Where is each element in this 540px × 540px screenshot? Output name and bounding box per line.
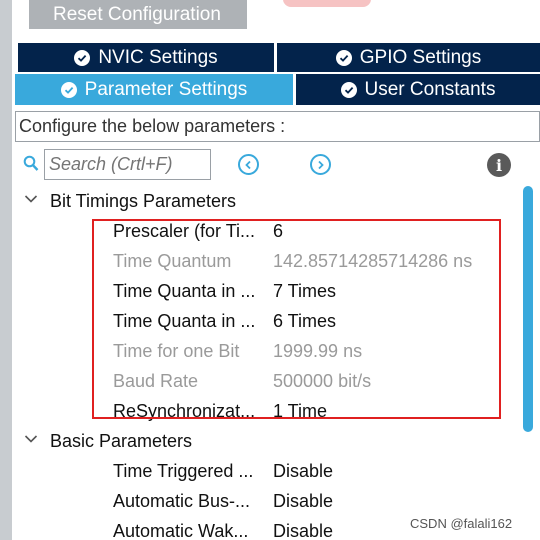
param-value: 6 — [273, 221, 284, 241]
param-name: Prescaler (for Ti... — [113, 221, 256, 241]
param-row[interactable]: Time Quanta in ... 6 Times — [0, 306, 515, 336]
reset-configuration-button[interactable]: Reset Configuration — [29, 0, 247, 29]
previous-match-button[interactable] — [238, 154, 259, 175]
tab-label: NVIC Settings — [98, 46, 218, 68]
next-match-button[interactable] — [310, 154, 331, 175]
param-name: Time Quanta in ... — [113, 311, 256, 331]
param-value: 6 Times — [273, 311, 337, 331]
watermark: CSDN @falali162 — [410, 516, 513, 531]
param-name: Time Triggered ... — [113, 461, 254, 481]
param-value: Disable — [273, 461, 334, 481]
tab-parameter-settings[interactable]: Parameter Settings — [15, 74, 293, 105]
param-value: Disable — [273, 521, 334, 540]
param-name: Time for one Bit — [113, 341, 240, 361]
param-name: Baud Rate — [113, 371, 199, 391]
param-row[interactable]: Automatic Bus-... Disable — [0, 486, 515, 516]
param-value: Disable — [273, 491, 334, 511]
tab-gpio-settings[interactable]: GPIO Settings — [277, 43, 540, 72]
chevron-down-icon — [24, 435, 38, 443]
section-title: Basic Parameters — [50, 430, 193, 451]
parameter-tree: Bit Timings Parameters Prescaler (for Ti… — [0, 186, 515, 540]
chevron-down-icon — [24, 195, 38, 203]
tab-label: User Constants — [364, 78, 496, 100]
tab-nvic-settings[interactable]: NVIC Settings — [18, 43, 274, 72]
param-row[interactable]: Time Quanta in ... 7 Times — [0, 276, 515, 306]
tab-label: GPIO Settings — [359, 46, 482, 68]
chevron-left-icon — [245, 160, 251, 169]
param-name: Automatic Wak... — [113, 521, 249, 540]
param-row[interactable]: ReSynchronizat... 1 Time — [0, 396, 515, 426]
param-row: Time for one Bit 1999.99 ns — [0, 336, 515, 366]
param-row: Time Quantum 142.85714285714286 ns — [0, 246, 515, 276]
info-icon[interactable]: i — [487, 153, 511, 177]
tab-label: Parameter Settings — [84, 78, 248, 100]
configure-description: Configure the below parameters : — [15, 111, 540, 142]
param-name: Time Quantum — [113, 251, 232, 271]
check-circle-icon — [335, 49, 352, 66]
param-name: Automatic Bus-... — [113, 491, 251, 511]
param-value: 142.85714285714286 ns — [273, 251, 473, 271]
section-title: Bit Timings Parameters — [50, 190, 237, 211]
search-icon — [23, 155, 39, 177]
check-circle-icon — [74, 49, 91, 66]
scrollbar-thumb[interactable] — [523, 186, 533, 432]
param-value: 7 Times — [273, 281, 337, 301]
param-row[interactable]: Time Triggered ... Disable — [0, 456, 515, 486]
section-basic-parameters[interactable]: Basic Parameters — [0, 426, 515, 456]
param-row: Baud Rate 500000 bit/s — [0, 366, 515, 396]
param-name: ReSynchronizat... — [113, 401, 256, 421]
settings-tabs: NVIC Settings GPIO Settings Parameter Se… — [15, 43, 540, 105]
param-name: Time Quanta in ... — [113, 281, 256, 301]
param-row[interactable]: Prescaler (for Ti... 6 — [0, 216, 515, 246]
param-value: 1 Time — [273, 401, 328, 421]
tab-user-constants[interactable]: User Constants — [296, 74, 540, 105]
param-value: 500000 bit/s — [273, 371, 372, 391]
check-circle-icon — [340, 81, 357, 98]
check-circle-icon — [60, 81, 77, 98]
section-bit-timings[interactable]: Bit Timings Parameters — [0, 186, 515, 216]
search-input[interactable] — [44, 149, 211, 180]
chevron-right-icon — [318, 160, 324, 169]
partial-button[interactable] — [283, 0, 371, 7]
param-value: 1999.99 ns — [273, 341, 363, 361]
